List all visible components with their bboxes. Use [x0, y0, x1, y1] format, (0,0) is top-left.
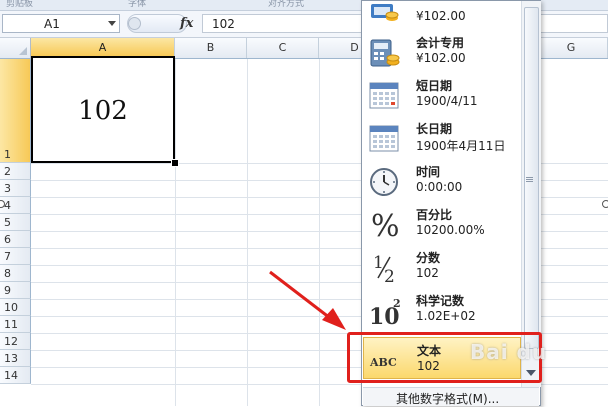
arrow-head-icon	[322, 308, 346, 330]
watermark-logo: Bai du	[470, 340, 548, 364]
arrow-shaft	[269, 270, 331, 320]
